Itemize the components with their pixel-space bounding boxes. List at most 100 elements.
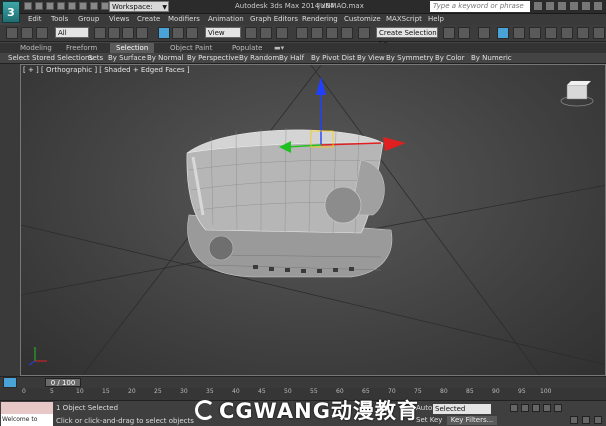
ribbon-by-half[interactable]: By Half	[279, 54, 304, 62]
selection-filter-dropdown[interactable]: All	[55, 27, 89, 38]
percent-snap-icon[interactable]	[326, 27, 338, 39]
select-by-name-icon[interactable]	[108, 27, 120, 39]
undo-icon[interactable]	[57, 2, 65, 10]
select-manipulate-icon[interactable]	[260, 27, 272, 39]
favorites-icon[interactable]	[570, 2, 578, 10]
tab-freeform[interactable]: Freeform	[66, 44, 97, 52]
save-file-icon[interactable]	[46, 2, 54, 10]
subscription-icon[interactable]	[546, 2, 554, 10]
layer-manager-icon[interactable]	[478, 27, 490, 39]
tab-populate[interactable]: Populate	[232, 44, 262, 52]
viewport-orthographic[interactable]: [ + ] [ Orthographic ] [ Shaded + Edged …	[20, 64, 606, 376]
unlink-icon[interactable]	[21, 27, 33, 39]
track-tick: 15	[102, 388, 110, 395]
new-file-icon[interactable]	[24, 2, 32, 10]
material-editor-icon[interactable]	[545, 27, 557, 39]
fetch-icon[interactable]	[90, 2, 98, 10]
menu-edit[interactable]: Edit	[28, 15, 42, 23]
ribbon-by-view[interactable]: By View	[357, 54, 385, 62]
ribbon-by-color[interactable]: By Color	[435, 54, 464, 62]
ribbon-by-pivot-dist[interactable]: By Pivot Dist	[311, 54, 355, 62]
project-folder-icon[interactable]	[101, 2, 109, 10]
curve-editor-icon[interactable]	[513, 27, 525, 39]
menu-modifiers[interactable]: Modifiers	[168, 15, 200, 23]
tab-selection[interactable]: Selection	[110, 43, 155, 53]
key-filters-button[interactable]: Key Filters...	[447, 416, 497, 425]
play-icon[interactable]	[532, 404, 540, 412]
schematic-view-icon[interactable]	[529, 27, 541, 39]
graphite-toolbar-icon[interactable]	[497, 27, 509, 39]
menu-tools[interactable]: Tools	[51, 15, 68, 23]
menu-create[interactable]: Create	[137, 15, 160, 23]
align-icon[interactable]	[458, 27, 470, 39]
previous-frame-icon[interactable]	[521, 404, 529, 412]
next-frame-icon[interactable]	[543, 404, 551, 412]
maxscript-listener-input[interactable]	[1, 402, 53, 414]
key-mode-dropdown[interactable]: Selected	[433, 404, 491, 414]
menu-rendering[interactable]: Rendering	[302, 15, 338, 23]
communication-icon[interactable]	[558, 2, 566, 10]
menu-views[interactable]: Views	[109, 15, 129, 23]
reference-coordinate-dropdown[interactable]: View	[205, 27, 241, 38]
redo-icon[interactable]	[68, 2, 76, 10]
select-rotate-icon[interactable]	[172, 27, 184, 39]
render-setup-icon[interactable]	[561, 27, 573, 39]
spinner-snap-icon[interactable]	[341, 27, 353, 39]
menu-group[interactable]: Group	[78, 15, 99, 23]
menu-customize[interactable]: Customize	[344, 15, 381, 23]
open-file-icon[interactable]	[35, 2, 43, 10]
ribbon-by-random[interactable]: By Random	[239, 54, 279, 62]
zoom-icon[interactable]	[570, 416, 578, 424]
workspace-dropdown[interactable]: Workspace: Default ▼	[109, 1, 169, 22]
go-to-start-icon[interactable]	[510, 404, 518, 412]
select-scale-icon[interactable]	[186, 27, 198, 39]
ribbon-by-perspective[interactable]: By Perspective	[187, 54, 239, 62]
app-logo-icon[interactable]: 3	[2, 1, 20, 23]
pan-icon[interactable]	[582, 416, 590, 424]
menu-animation[interactable]: Animation	[208, 15, 244, 23]
edit-named-selection-icon[interactable]	[358, 27, 370, 39]
select-move-icon[interactable]	[158, 27, 170, 39]
ribbon-select[interactable]: Select	[8, 54, 30, 62]
ribbon-options-icon[interactable]: ▬▾	[274, 44, 284, 52]
tab-object-paint[interactable]: Object Paint	[170, 44, 212, 52]
snaps-toggle-icon[interactable]	[296, 27, 308, 39]
time-slider-bar[interactable]: 0 / 100	[0, 376, 606, 388]
menu-graph-editors[interactable]: Graph Editors	[250, 15, 298, 23]
minimize-icon[interactable]	[594, 2, 602, 10]
ribbon-by-numeric[interactable]: By Numeric	[471, 54, 512, 62]
named-selection-set-dropdown[interactable]: Create Selection Se	[376, 27, 438, 48]
mini-curve-editor-icon[interactable]	[3, 377, 17, 388]
keyboard-shortcut-icon[interactable]	[276, 27, 288, 39]
angle-snap-icon[interactable]	[311, 27, 323, 39]
set-key-button[interactable]: Set Key	[416, 416, 442, 424]
maxscript-output[interactable]: Welcome to MAXS	[1, 414, 53, 426]
hold-icon[interactable]	[79, 2, 87, 10]
ribbon-stored-selections[interactable]: Stored Selections	[32, 54, 93, 62]
rendered-frame-icon[interactable]	[577, 27, 589, 39]
go-to-end-icon[interactable]	[554, 404, 562, 412]
help-search-input[interactable]: Type a keyword or phrase	[430, 1, 530, 12]
menu-maxscript[interactable]: MAXScript	[386, 15, 422, 23]
ribbon-by-symmetry[interactable]: By Symmetry	[386, 54, 433, 62]
track-tick: 30	[180, 388, 188, 395]
binoculars-icon[interactable]	[534, 2, 542, 10]
select-link-icon[interactable]	[6, 27, 18, 39]
watermark-logo-icon	[195, 400, 215, 420]
orbit-icon[interactable]	[594, 416, 602, 424]
rectangular-selection-icon[interactable]	[122, 27, 134, 39]
tab-modeling[interactable]: Modeling	[20, 44, 52, 52]
ribbon-by-surface[interactable]: By Surface	[108, 54, 146, 62]
window-crossing-icon[interactable]	[136, 27, 148, 39]
select-object-icon[interactable]	[94, 27, 106, 39]
menu-help[interactable]: Help	[428, 15, 444, 23]
ribbon-by-normal[interactable]: By Normal	[147, 54, 184, 62]
bind-space-warp-icon[interactable]	[36, 27, 48, 39]
time-slider[interactable]: 0 / 100	[45, 378, 81, 387]
ribbon-sets[interactable]: Sets	[88, 54, 103, 62]
mirror-icon[interactable]	[443, 27, 455, 39]
render-icon[interactable]	[593, 27, 605, 39]
viewcube-icon[interactable]	[560, 81, 594, 107]
help-icon[interactable]	[582, 2, 590, 10]
pivot-center-icon[interactable]	[245, 27, 257, 39]
